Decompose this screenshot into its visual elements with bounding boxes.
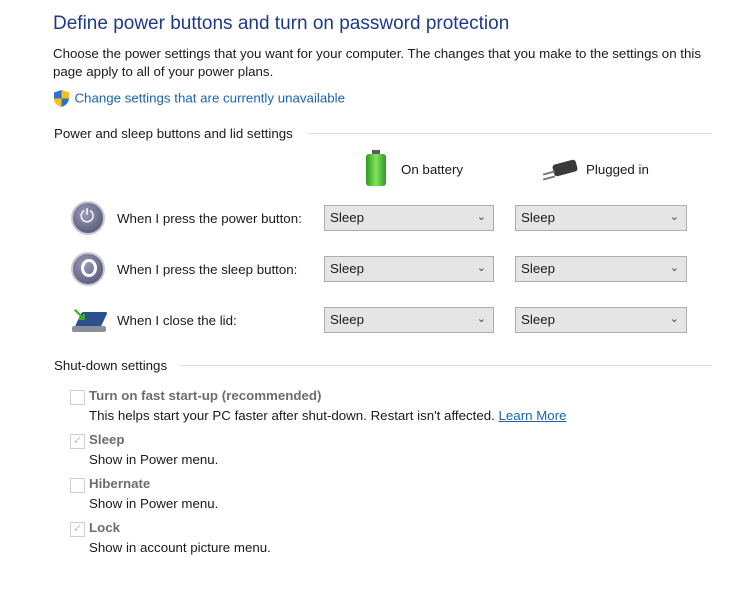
chevron-down-icon: ⌄ — [476, 313, 486, 325]
sleep-button-plugged-select[interactable]: Sleep ⌄ — [515, 256, 687, 282]
chevron-down-icon: ⌄ — [476, 262, 486, 274]
chevron-down-icon: ⌄ — [669, 262, 679, 274]
close-lid-battery-select[interactable]: Sleep ⌄ — [324, 307, 494, 333]
select-value: Sleep — [330, 210, 365, 225]
chevron-down-icon: ⌄ — [669, 313, 679, 325]
fast-startup-checkbox[interactable] — [70, 390, 85, 405]
power-button-label: When I press the power button: — [117, 211, 302, 226]
close-lid-label: When I close the lid: — [117, 313, 237, 328]
shutdown-section-header: Shut-down settings — [54, 358, 168, 373]
hibernate-label: Hibernate — [89, 476, 151, 491]
sleep-checkbox[interactable]: ✓ — [70, 434, 85, 449]
sleep-button-icon — [71, 252, 105, 286]
sleep-button-label: When I press the sleep button: — [117, 262, 298, 277]
lock-description: Show in account picture menu. — [89, 540, 271, 555]
column-plugged-in: Plugged in — [586, 162, 649, 177]
change-settings-link-text[interactable]: Change settings that are currently unava… — [74, 91, 345, 106]
sleep-description: Show in Power menu. — [89, 452, 219, 467]
page-title: Define power buttons and turn on passwor… — [53, 13, 510, 34]
laptop-lid-icon: ↘ — [70, 304, 108, 336]
select-value: Sleep — [330, 312, 365, 327]
divider — [180, 365, 712, 366]
hibernate-checkbox[interactable] — [70, 478, 85, 493]
select-value: Sleep — [521, 210, 556, 225]
fast-startup-desc-text: This helps start your PC faster after sh… — [89, 408, 495, 423]
sleep-label: Sleep — [89, 432, 125, 447]
chevron-down-icon: ⌄ — [476, 211, 486, 223]
hibernate-description: Show in Power menu. — [89, 496, 219, 511]
fast-startup-description: This helps start your PC faster after sh… — [89, 408, 567, 423]
uac-shield-icon — [54, 90, 69, 107]
select-value: Sleep — [521, 312, 556, 327]
power-button-plugged-select[interactable]: Sleep ⌄ — [515, 205, 687, 231]
lock-checkbox[interactable]: ✓ — [70, 522, 85, 537]
fast-startup-label: Turn on fast start-up (recommended) — [89, 388, 322, 403]
lock-label: Lock — [89, 520, 121, 535]
divider — [308, 133, 712, 134]
battery-icon — [364, 150, 388, 186]
power-section-header: Power and sleep buttons and lid settings — [54, 126, 293, 141]
power-button-battery-select[interactable]: Sleep ⌄ — [324, 205, 494, 231]
change-settings-link[interactable]: Change settings that are currently unava… — [53, 89, 345, 108]
close-lid-plugged-select[interactable]: Sleep ⌄ — [515, 307, 687, 333]
sleep-button-battery-select[interactable]: Sleep ⌄ — [324, 256, 494, 282]
plug-icon — [542, 158, 581, 181]
power-button-icon: ⏻ — [71, 201, 105, 235]
select-value: Sleep — [330, 261, 365, 276]
chevron-down-icon: ⌄ — [669, 211, 679, 223]
learn-more-link[interactable]: Learn More — [499, 408, 567, 423]
select-value: Sleep — [521, 261, 556, 276]
page-description: Choose the power settings that you want … — [53, 46, 701, 79]
column-on-battery: On battery — [401, 162, 464, 177]
